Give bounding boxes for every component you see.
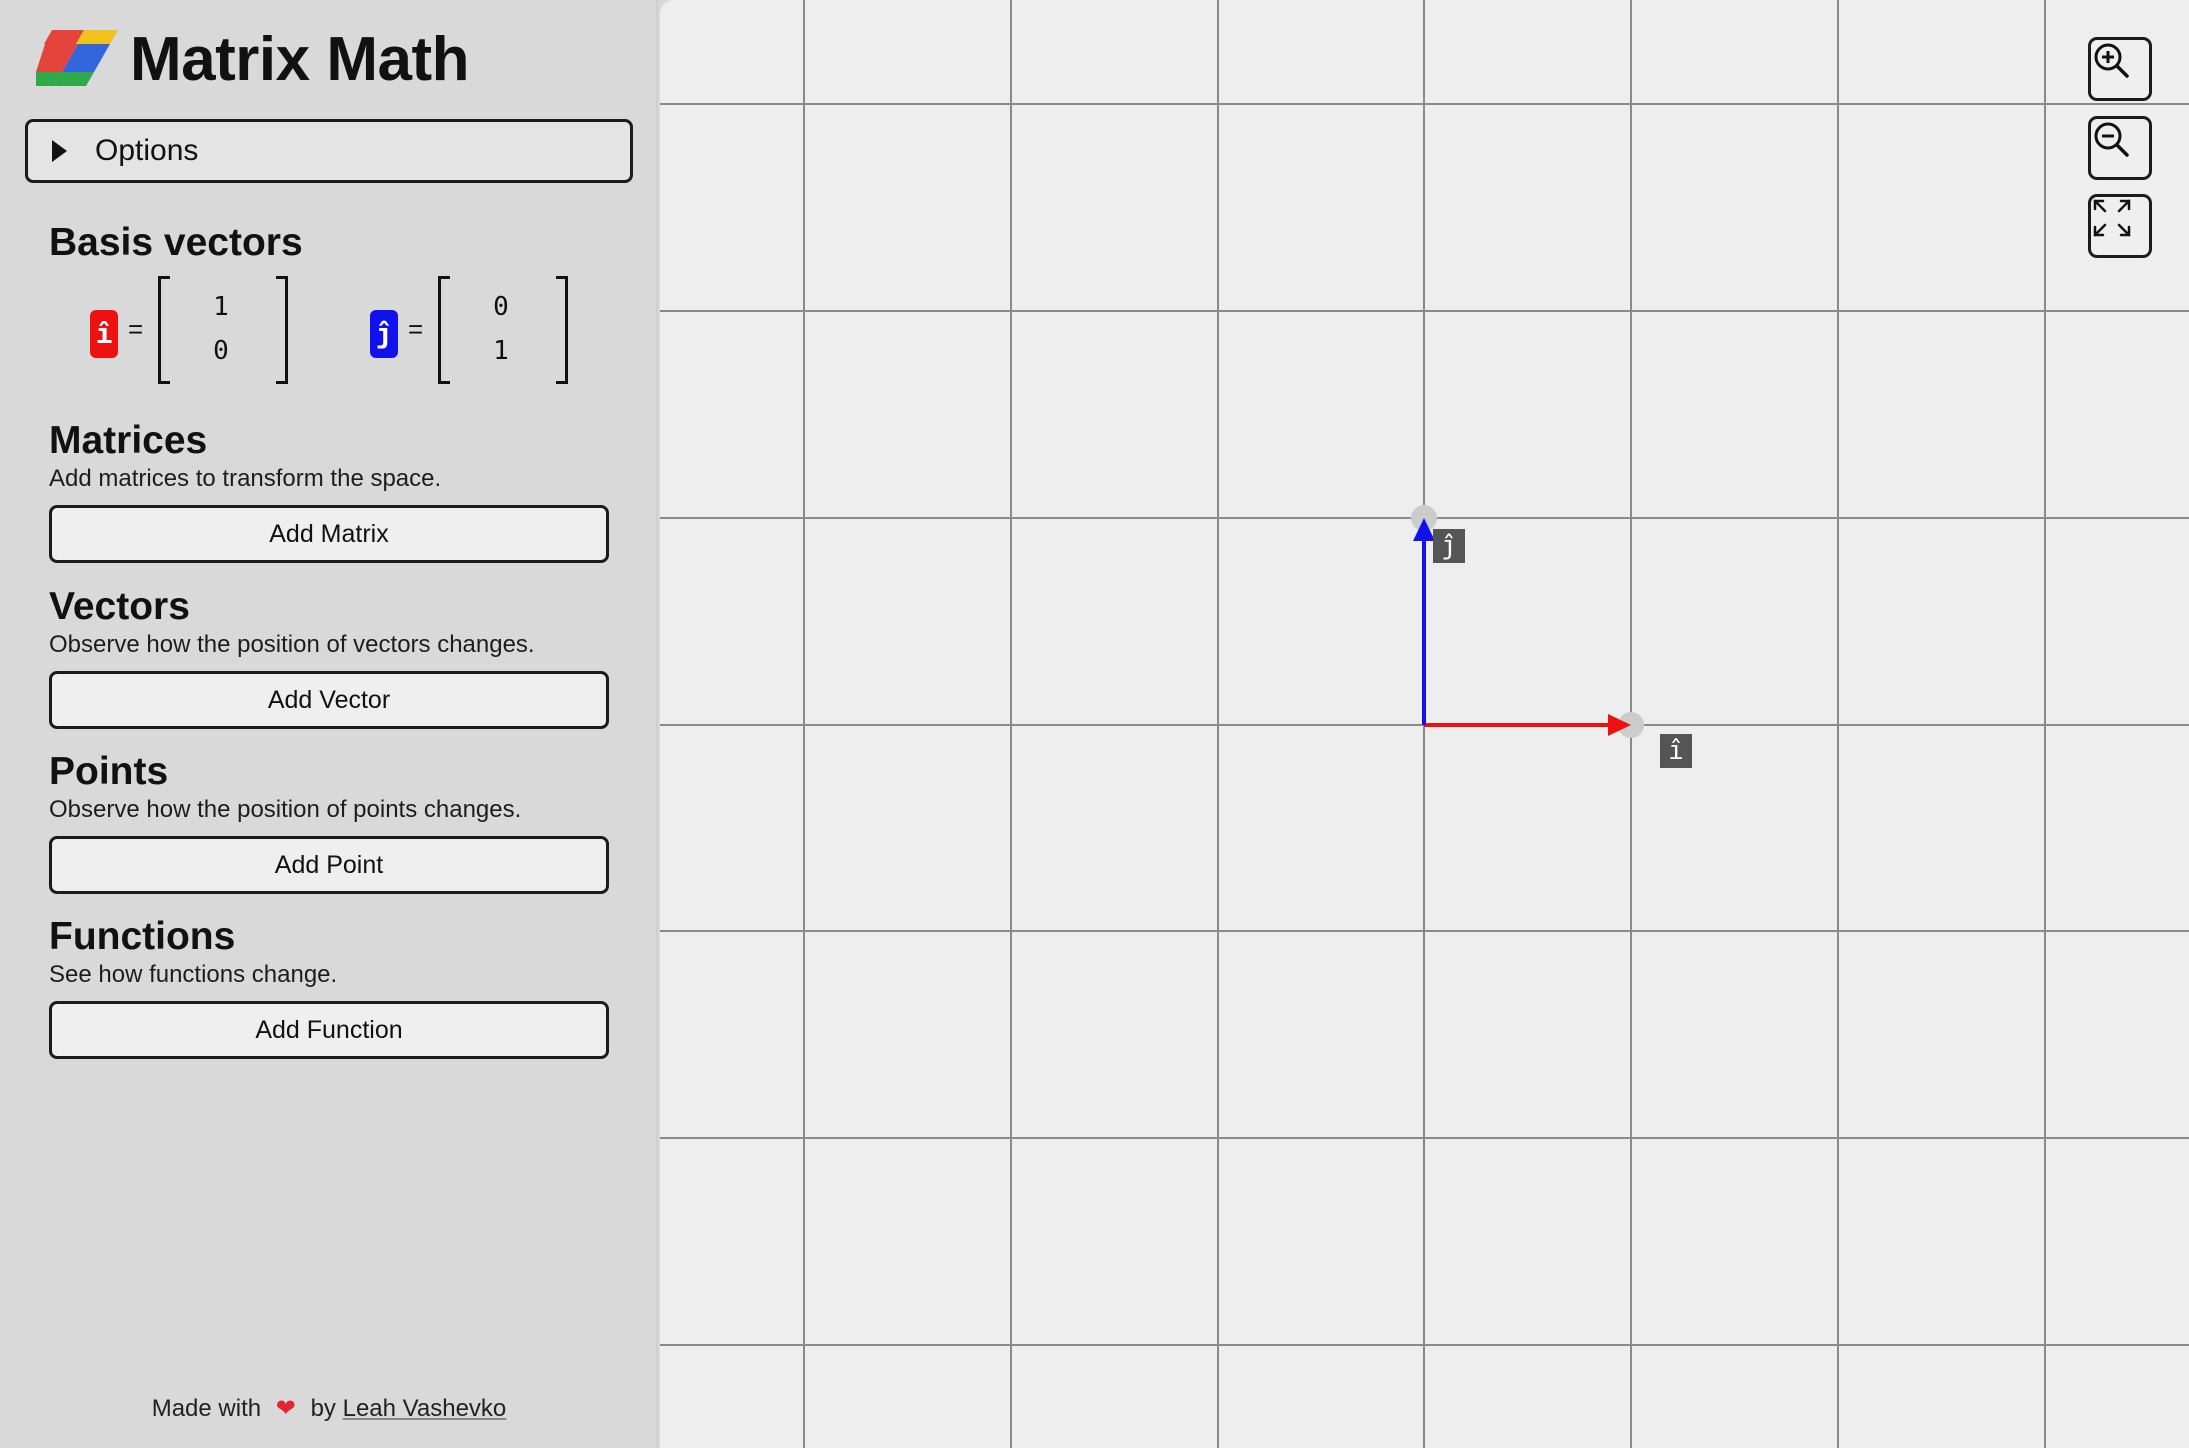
functions-title: Functions <box>49 915 236 958</box>
left-bracket <box>438 276 450 384</box>
i-hat-badge: î <box>90 310 118 358</box>
footer-made-with: Made with <box>151 1395 262 1422</box>
vectors-title: Vectors <box>49 585 190 628</box>
triangle-right-icon <box>52 140 67 162</box>
fullscreen-expand-icon <box>2093 199 2131 237</box>
points-description: Observe how the position of points chang… <box>49 796 522 823</box>
add-point-button[interactable]: Add Point <box>49 836 609 894</box>
j-x-value[interactable]: 0 <box>471 292 531 322</box>
zoom-out-icon <box>2094 122 2129 157</box>
add-vector-button[interactable]: Add Vector <box>49 671 609 729</box>
i-y-value[interactable]: 0 <box>191 336 251 366</box>
footer: Made with ❤ by Leah Vashevko <box>0 1394 658 1423</box>
heart-icon: ❤ <box>275 1395 296 1422</box>
zoom-in-icon <box>2094 43 2129 78</box>
j-hat-label: ĵ <box>1433 529 1465 563</box>
points-title: Points <box>49 750 169 793</box>
options-label: Options <box>95 134 199 167</box>
author-link[interactable]: Leah Vashevko <box>343 1395 507 1422</box>
zoom-out-button[interactable] <box>2088 116 2152 180</box>
add-matrix-button[interactable]: Add Matrix <box>49 505 609 563</box>
fit-view-button[interactable] <box>2088 194 2152 258</box>
footer-by: by <box>310 1395 336 1422</box>
i-hat-label: î <box>1660 734 1692 768</box>
right-bracket <box>276 276 288 384</box>
app-title: Matrix Math <box>130 25 469 94</box>
matrices-title: Matrices <box>49 419 208 462</box>
options-toggle[interactable]: Options <box>25 119 633 183</box>
functions-description: See how functions change. <box>49 961 338 988</box>
grid-svg <box>660 0 2189 1448</box>
sidebar: Matrix Math Options Basis vectors î = 1 … <box>0 0 658 1448</box>
matrices-description: Add matrices to transform the space. <box>49 465 442 492</box>
transform-canvas[interactable]: î ĵ <box>660 0 2189 1448</box>
vectors-description: Observe how the position of vectors chan… <box>49 631 535 658</box>
add-function-button[interactable]: Add Function <box>49 1001 609 1059</box>
basis-vectors-title: Basis vectors <box>49 221 303 264</box>
j-hat-badge: ĵ <box>370 310 398 358</box>
i-x-value[interactable]: 1 <box>191 292 251 322</box>
j-y-value[interactable]: 1 <box>471 336 531 366</box>
equals-sign: = <box>128 314 144 344</box>
zoom-in-button[interactable] <box>2088 37 2152 101</box>
app-logo <box>36 30 118 86</box>
left-bracket <box>158 276 170 384</box>
right-bracket <box>556 276 568 384</box>
equals-sign: = <box>408 314 424 344</box>
